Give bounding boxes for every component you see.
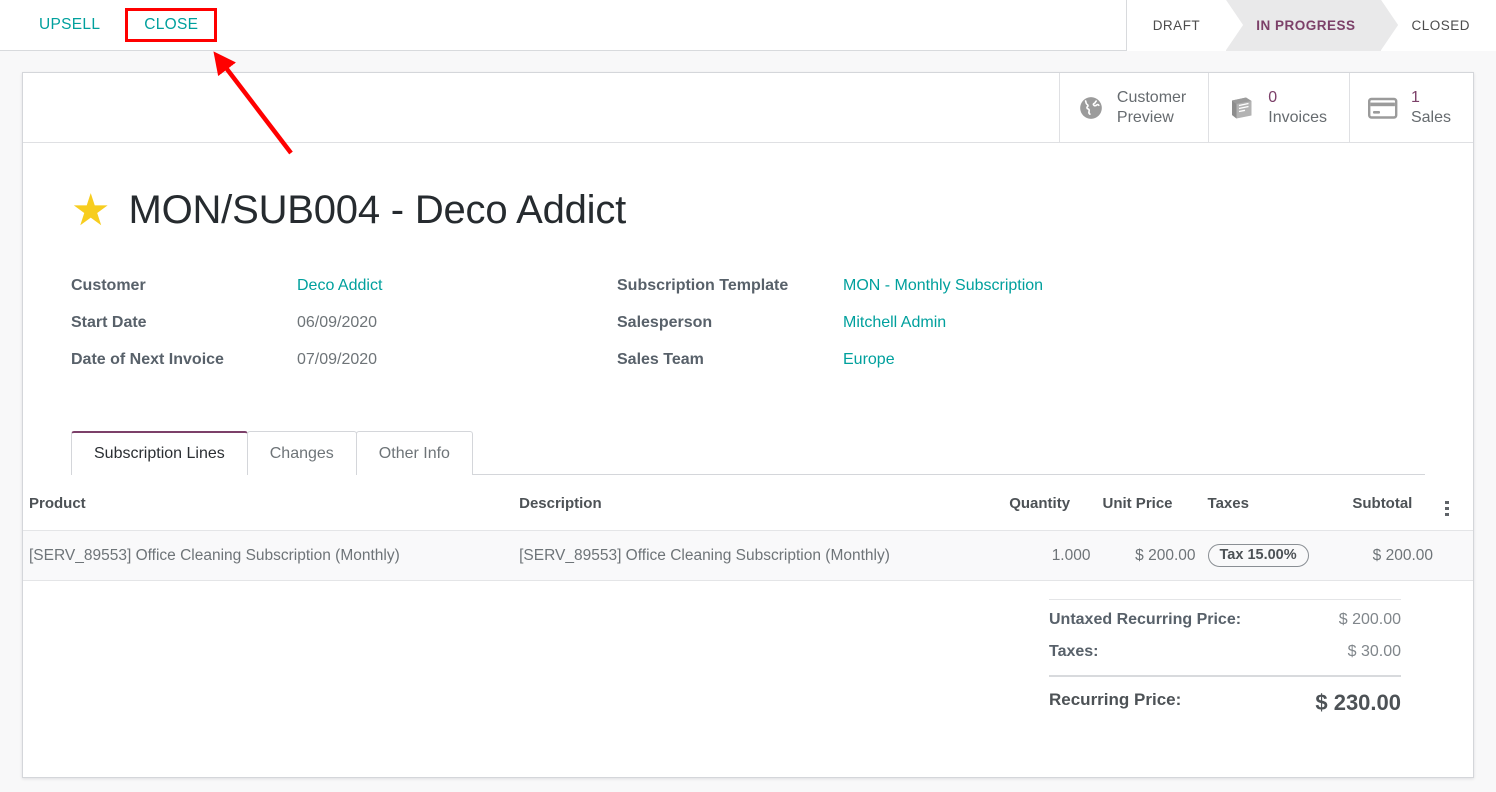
field-date-next-invoice-label: Date of Next Invoice (71, 351, 297, 369)
col-product[interactable]: Product (23, 475, 513, 531)
field-salesperson-value[interactable]: Mitchell Admin (843, 314, 946, 332)
field-start-date-label: Start Date (71, 314, 297, 332)
sales-button[interactable]: 1 Sales (1349, 73, 1473, 142)
customer-preview-label-line1: Customer (1117, 88, 1186, 108)
cell-spacer (1439, 531, 1473, 581)
action-buttons: UPSELL CLOSE (0, 8, 217, 42)
total-untaxed-value: $ 200.00 (1339, 611, 1401, 629)
tab-other-info[interactable]: Other Info (356, 431, 473, 475)
field-date-next-invoice: Date of Next Invoice 07/09/2020 (71, 351, 617, 388)
customer-preview-text: Customer Preview (1117, 88, 1186, 128)
totals-section: Untaxed Recurring Price: $ 200.00 Taxes:… (71, 599, 1425, 723)
tab-subscription-lines[interactable]: Subscription Lines (71, 431, 248, 475)
cell-description[interactable]: [SERV_89553] Office Cleaning Subscriptio… (513, 531, 1003, 581)
col-optional-toggle[interactable] (1439, 475, 1473, 531)
total-recurring-row: Recurring Price: $ 230.00 (1049, 675, 1401, 723)
field-sales-team-value[interactable]: Europe (843, 351, 895, 369)
control-panel: UPSELL CLOSE DRAFT IN PROGRESS CLOSED (0, 0, 1496, 51)
customer-preview-button[interactable]: Customer Preview (1059, 73, 1208, 142)
customer-preview-label-line2: Preview (1117, 108, 1186, 128)
record-title-row: ★ MON/SUB004 - Deco Addict (71, 188, 1425, 233)
total-taxes-label: Taxes: (1049, 643, 1099, 661)
subscription-lines-panel: Product Description Quantity Unit Price … (23, 475, 1473, 581)
cell-quantity[interactable]: 1.000 (1003, 531, 1096, 581)
favorite-star-icon[interactable]: ★ (71, 189, 110, 233)
field-salesperson-label: Salesperson (617, 314, 843, 332)
field-customer-value[interactable]: Deco Addict (297, 277, 382, 295)
invoices-text: 0 Invoices (1268, 88, 1327, 128)
stage-in-progress[interactable]: IN PROGRESS (1226, 0, 1381, 51)
cell-product[interactable]: [SERV_89553] Office Cleaning Subscriptio… (23, 531, 513, 581)
field-customer-label: Customer (71, 277, 297, 295)
statusbar: DRAFT IN PROGRESS CLOSED (1126, 0, 1496, 51)
form-sheet: Customer Preview 0 Invoices (22, 72, 1474, 778)
col-description[interactable]: Description (513, 475, 1003, 531)
sales-label: Sales (1411, 108, 1451, 128)
field-date-next-invoice-value[interactable]: 07/09/2020 (297, 351, 377, 369)
page-title: MON/SUB004 - Deco Addict (128, 188, 626, 233)
stage-draft[interactable]: DRAFT (1127, 0, 1227, 51)
totals-box: Untaxed Recurring Price: $ 200.00 Taxes:… (1049, 599, 1401, 723)
table-head: Product Description Quantity Unit Price … (23, 475, 1473, 531)
total-taxes-value: $ 30.00 (1348, 643, 1401, 661)
field-subscription-template-label: Subscription Template (617, 277, 843, 295)
field-subscription-template-value[interactable]: MON - Monthly Subscription (843, 277, 1043, 295)
total-recurring-value: $ 230.00 (1315, 690, 1401, 716)
table-row[interactable]: [SERV_89553] Office Cleaning Subscriptio… (23, 531, 1473, 581)
tab-changes[interactable]: Changes (247, 431, 357, 475)
invoices-button[interactable]: 0 Invoices (1208, 73, 1349, 142)
col-taxes[interactable]: Taxes (1202, 475, 1347, 531)
notebook-tabs: Subscription Lines Changes Other Info (71, 430, 1425, 475)
subscription-lines-table: Product Description Quantity Unit Price … (23, 475, 1473, 581)
sales-text: 1 Sales (1411, 88, 1451, 128)
table-body: [SERV_89553] Office Cleaning Subscriptio… (23, 531, 1473, 581)
invoices-label: Invoices (1268, 108, 1327, 128)
field-salesperson: Salesperson Mitchell Admin (617, 314, 1177, 351)
stage-closed[interactable]: CLOSED (1381, 0, 1496, 51)
notebook: Subscription Lines Changes Other Info Pr… (71, 430, 1425, 723)
col-subtotal[interactable]: Subtotal (1346, 475, 1439, 531)
book-icon (1227, 95, 1255, 121)
field-customer: Customer Deco Addict (71, 277, 617, 314)
tax-badge: Tax 15.00% (1208, 544, 1309, 567)
total-untaxed-row: Untaxed Recurring Price: $ 200.00 (1049, 599, 1401, 636)
field-subscription-template: Subscription Template MON - Monthly Subs… (617, 277, 1177, 314)
cell-taxes[interactable]: Tax 15.00% (1202, 531, 1347, 581)
globe-icon (1078, 95, 1104, 121)
col-quantity[interactable]: Quantity (1003, 475, 1096, 531)
col-unit-price[interactable]: Unit Price (1096, 475, 1201, 531)
stat-button-box: Customer Preview 0 Invoices (1059, 73, 1473, 143)
upsell-button[interactable]: UPSELL (24, 8, 115, 42)
field-start-date-value[interactable]: 06/09/2020 (297, 314, 377, 332)
form-body: ★ MON/SUB004 - Deco Addict Customer Deco… (23, 144, 1473, 777)
odoo-subscription-form: UPSELL CLOSE DRAFT IN PROGRESS CLOSED (0, 0, 1496, 792)
cell-subtotal[interactable]: $ 200.00 (1346, 531, 1439, 581)
three-dots-vertical-icon[interactable] (1445, 501, 1449, 517)
total-taxes-row: Taxes: $ 30.00 (1049, 636, 1401, 668)
field-sales-team: Sales Team Europe (617, 351, 1177, 388)
close-button[interactable]: CLOSE (125, 8, 217, 42)
total-recurring-label: Recurring Price: (1049, 690, 1181, 716)
cell-unit-price[interactable]: $ 200.00 (1096, 531, 1201, 581)
field-groups: Customer Deco Addict Start Date 06/09/20… (71, 277, 1425, 388)
invoices-count: 0 (1268, 88, 1327, 108)
total-untaxed-label: Untaxed Recurring Price: (1049, 611, 1241, 629)
table-header-row: Product Description Quantity Unit Price … (23, 475, 1473, 531)
sales-count: 1 (1411, 88, 1451, 108)
form-sheet-wrapper: Customer Preview 0 Invoices (22, 72, 1474, 778)
field-sales-team-label: Sales Team (617, 351, 843, 369)
field-group-right: Subscription Template MON - Monthly Subs… (617, 277, 1177, 388)
credit-card-icon (1368, 96, 1398, 120)
field-group-left: Customer Deco Addict Start Date 06/09/20… (71, 277, 617, 388)
field-start-date: Start Date 06/09/2020 (71, 314, 617, 351)
